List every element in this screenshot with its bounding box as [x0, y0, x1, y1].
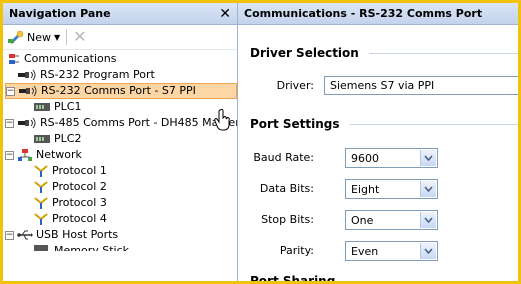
section-heading: Port Settings [250, 117, 340, 131]
tree-item-label: Network [36, 148, 82, 161]
plc-device-icon [34, 103, 50, 111]
tree-item-label: Memory Stick [54, 244, 130, 251]
tree-item-memory-stick[interactable]: Memory Stick [33, 243, 129, 251]
tree-item-communications[interactable]: Communications [7, 51, 116, 67]
chevron-down-icon[interactable] [420, 150, 436, 166]
chevron-down-icon[interactable] [420, 181, 436, 197]
baud-rate-select[interactable]: 9600 [345, 148, 438, 168]
tree-item-network[interactable]: − Network [5, 147, 82, 163]
main-panel: Communications - RS-232 Comms Port Drive… [238, 3, 518, 281]
usb-icon [17, 230, 33, 240]
memory-stick-icon [34, 245, 48, 251]
tree-item-label: PLC1 [54, 100, 82, 113]
tree-item-label: Protocol 4 [52, 212, 107, 225]
stop-bits-select[interactable]: One [345, 210, 438, 230]
data-bits-value: Eight [351, 183, 380, 196]
tree-item-label: RS-485 Comms Port - DH485 Master [40, 116, 238, 129]
tree-item-label: Protocol 1 [52, 164, 107, 177]
nav-header: Navigation Pane ✕ [3, 3, 237, 25]
plc-device-icon [34, 135, 50, 143]
toolbar-divider [66, 29, 68, 45]
chevron-down-icon[interactable] [420, 212, 436, 228]
hand-cursor-icon [214, 109, 230, 131]
port-sharing-section: Port Sharing [250, 275, 335, 281]
parity-label: Parity: [279, 244, 314, 257]
navigation-pane: Navigation Pane ✕ New ▼ ✕ Communications… [3, 3, 238, 281]
protocol-icon [34, 181, 48, 193]
parity-value: Even [351, 245, 379, 258]
port-icon [18, 69, 36, 81]
stop-bits-label: Stop Bits: [261, 213, 314, 226]
tree-item-label: Protocol 2 [52, 180, 107, 193]
tree-item-label: Communications [24, 52, 117, 65]
nav-toolbar: New ▼ ✕ [3, 25, 237, 50]
tree-item-label: PLC2 [54, 132, 82, 145]
baud-rate-label: Baud Rate: [253, 151, 314, 164]
chevron-down-icon[interactable] [420, 243, 436, 259]
parity-select[interactable]: Even [345, 241, 438, 261]
collapse-toggle-icon[interactable]: − [5, 118, 14, 128]
section-divider [349, 123, 518, 125]
port-icon [18, 117, 36, 129]
driver-selection-section: Driver Selection [250, 46, 518, 60]
collapse-toggle-icon[interactable]: − [5, 150, 14, 160]
tree-item-protocol-4[interactable]: Protocol 4 [33, 211, 107, 227]
data-bits-label: Data Bits: [259, 182, 314, 195]
protocol-icon [34, 197, 48, 209]
delete-icon[interactable]: ✕ [73, 29, 86, 45]
nav-title: Navigation Pane [9, 7, 111, 20]
port-settings-section: Port Settings [250, 117, 518, 131]
communications-icon [9, 54, 19, 64]
section-heading: Driver Selection [250, 46, 359, 60]
protocol-icon [34, 165, 48, 177]
tree-item-rs232-program-port[interactable]: RS-232 Program Port [17, 67, 155, 83]
collapse-toggle-icon[interactable]: − [6, 86, 15, 96]
collapse-toggle-icon[interactable]: − [5, 230, 14, 240]
main-header: Communications - RS-232 Comms Port [238, 3, 518, 25]
tree-item-label: USB Host Ports [36, 228, 119, 241]
tree-item-rs485-comms-port[interactable]: − RS-485 Comms Port - DH485 Master [5, 115, 238, 131]
tree-item-label: RS-232 Comms Port - S7 PPI [41, 84, 196, 97]
close-icon[interactable]: ✕ [219, 7, 231, 21]
tree-item-usb-host-ports[interactable]: − USB Host Ports [5, 227, 118, 243]
network-icon [18, 149, 32, 161]
tree-item-protocol-3[interactable]: Protocol 3 [33, 195, 107, 211]
tree-item-protocol-1[interactable]: Protocol 1 [33, 163, 107, 179]
dropdown-arrow-icon[interactable]: ▼ [54, 33, 60, 42]
section-divider [368, 52, 518, 54]
driver-field[interactable]: Siemens S7 via PPI [324, 76, 518, 95]
page-title: Communications - RS-232 Comms Port [244, 7, 483, 20]
data-bits-select[interactable]: Eight [345, 179, 438, 199]
tree-item-rs232-comms-port[interactable]: − RS-232 Comms Port - S7 PPI [5, 83, 237, 99]
tree-item-plc2[interactable]: PLC2 [33, 131, 81, 147]
port-icon [19, 85, 37, 97]
driver-label: Driver: [276, 79, 314, 92]
baud-rate-value: 9600 [351, 152, 379, 165]
protocol-icon [34, 213, 48, 225]
tree-item-plc1[interactable]: PLC1 [33, 99, 81, 115]
new-button-label: New [27, 30, 51, 44]
stop-bits-value: One [351, 214, 374, 227]
new-button[interactable]: New ▼ [8, 30, 60, 44]
tree-item-label: RS-232 Program Port [40, 68, 155, 81]
tree-item-label: Protocol 3 [52, 196, 107, 209]
tree-item-protocol-2[interactable]: Protocol 2 [33, 179, 107, 195]
new-item-icon [8, 30, 24, 44]
application-window: Navigation Pane ✕ New ▼ ✕ Communications… [3, 3, 518, 281]
